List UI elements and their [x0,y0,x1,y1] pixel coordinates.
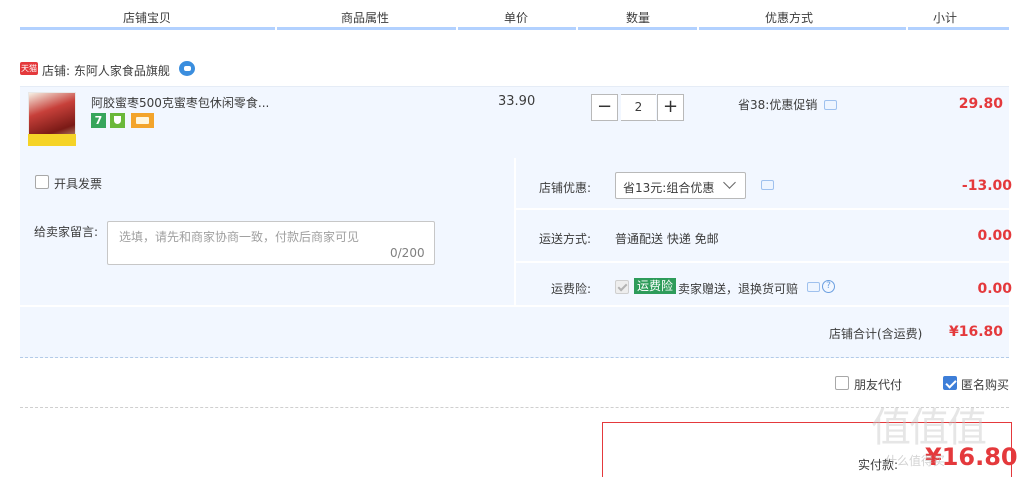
insurance-badge: 运费险 [634,278,677,294]
seven-day-return-icon[interactable]: 7 [91,113,106,128]
comment-icon[interactable] [761,180,774,190]
consumer-protection-icon[interactable] [110,113,125,128]
header-divider [456,26,458,30]
anonymous-checkbox[interactable] [943,376,957,390]
delivery-value: 普通配送 快递 免邮 [615,232,719,246]
col-quantity: 数量 [626,11,651,25]
header-divider [697,26,699,30]
anonymous-label: 匿名购买 [961,378,1010,392]
seller-note-placeholder: 选填，请先和商家协商一致，付款后商家可见 [119,230,360,244]
item-subtotal: 29.80 [958,96,1003,112]
watermark-subtext: 什么值得买 [885,454,946,468]
shop-discount-amount: -13.00 [961,178,1012,194]
wangwang-chat-icon[interactable] [179,61,195,76]
thumbnail-label-band [28,134,76,146]
shop-total-label: 店铺合计(含运费) [829,327,923,341]
note-label: 给卖家留言: [34,225,99,239]
shop-discount-value: 省13元:组合优惠 [623,181,715,195]
quantity-minus-button[interactable]: − [591,94,618,121]
insurance-text: 卖家赠送，退换货可赔 [678,282,799,296]
tmall-logo: 天猫 [20,62,38,75]
watermark-logo: 值值值 [871,405,987,451]
header-divider [576,26,578,30]
shop-total-amount: ¥16.80 [948,324,1003,340]
col-shop-item: 店铺宝贝 [123,11,172,25]
friend-pay-label: 朋友代付 [854,378,903,392]
row-divider [516,208,1009,210]
shop-discount-label: 店铺优惠: [539,181,592,195]
delivery-label: 运送方式: [539,232,592,246]
credit-card-icon[interactable] [131,113,154,128]
quantity-input[interactable]: 2 [621,94,656,121]
invoice-checkbox[interactable] [35,175,49,189]
note-char-count: 0/200 [390,246,425,260]
delivery-amount: 0.00 [977,228,1012,244]
col-attributes: 商品属性 [341,11,390,25]
promotion-text: 省38:优惠促销 [738,98,818,112]
shop-name-link[interactable]: 店铺: 东阿人家食品旗舰 [42,62,170,79]
insurance-checkbox [615,280,629,294]
header-divider [906,26,908,30]
insurance-label: 运费险: [551,282,592,296]
quantity-plus-button[interactable]: + [657,94,684,121]
header-divider [275,26,277,30]
col-discount: 优惠方式 [765,11,814,25]
unit-price: 33.90 [498,94,536,109]
comment-icon[interactable] [807,282,820,292]
product-title-link[interactable]: 阿胶蜜枣500克蜜枣包休闲零食... [91,94,269,111]
comment-icon[interactable] [824,100,837,110]
col-unit-price: 单价 [504,11,529,25]
col-subtotal: 小计 [933,11,958,25]
insurance-amount: 0.00 [977,281,1012,297]
help-icon[interactable]: ? [822,280,835,293]
friend-pay-checkbox[interactable] [835,376,849,390]
row-divider [516,261,1009,263]
invoice-label: 开具发票 [54,177,103,191]
section-divider [20,407,1009,408]
